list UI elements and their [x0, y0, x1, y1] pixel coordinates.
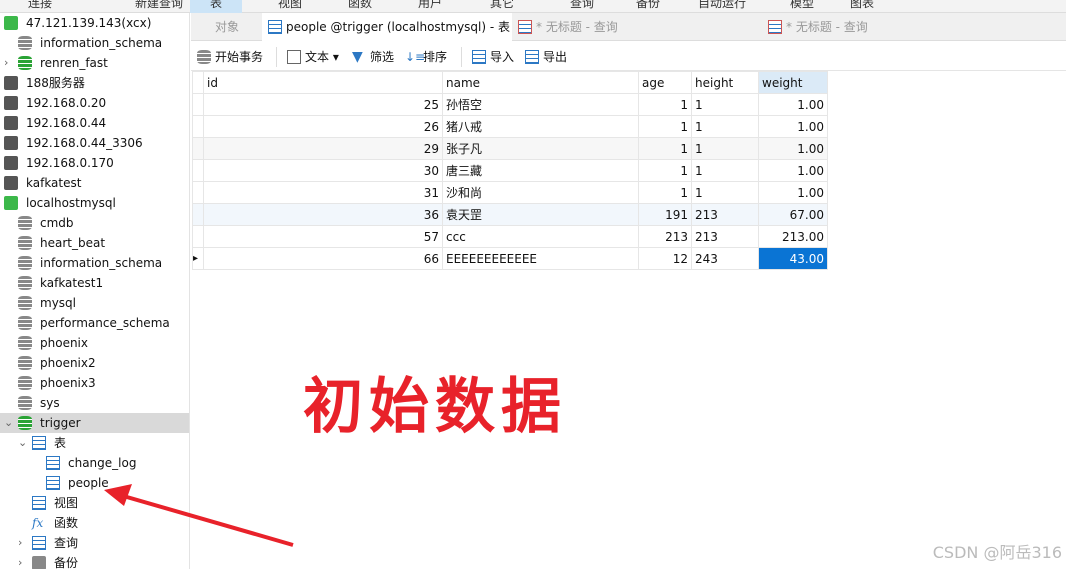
annotation-arrow [104, 484, 294, 547]
arrow-head [104, 484, 132, 506]
arrow-line [119, 493, 294, 547]
watermark: CSDN @阿岳316 [932, 543, 1062, 562]
